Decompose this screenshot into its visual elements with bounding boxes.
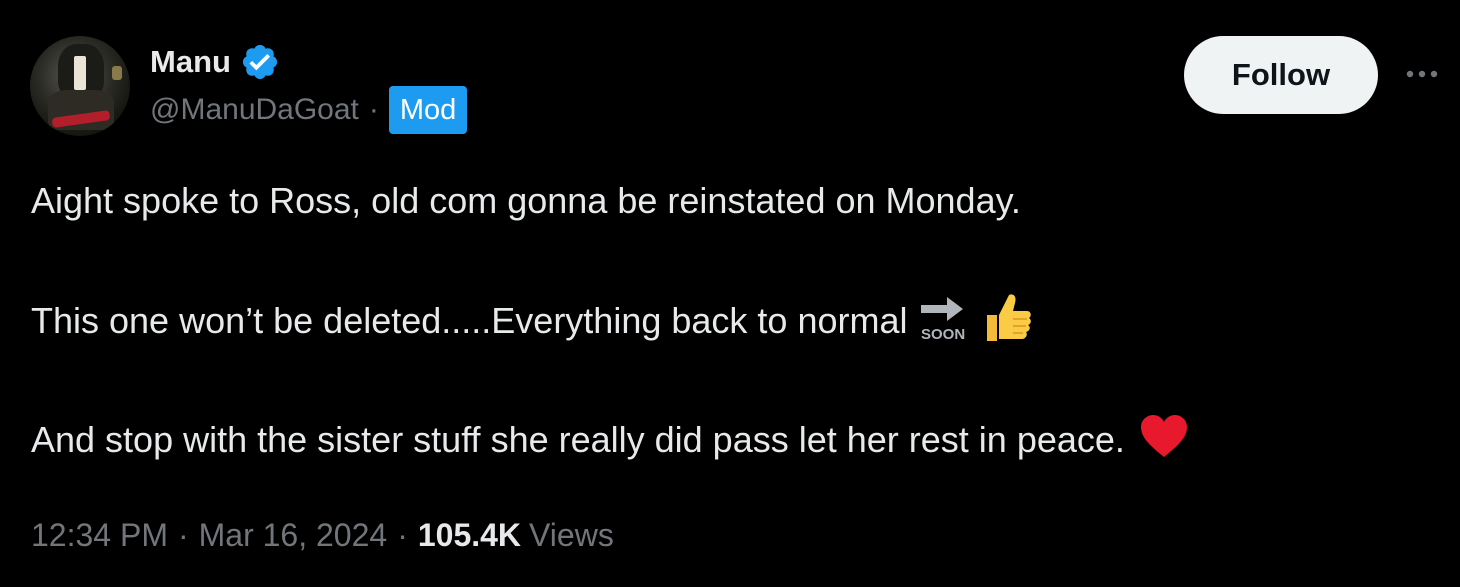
thumbs-up-icon — [981, 289, 1033, 354]
tweet-text-line-3: And stop with the sister stuff she reall… — [31, 414, 1189, 464]
meta-separator-1: · — [177, 516, 189, 553]
tweet-card: Manu @ManuDaGoat · Mod Follow Aight spok… — [0, 0, 1460, 587]
handle-separator: · — [368, 93, 379, 126]
tweet-text-line-3-text: And stop with the sister stuff she reall… — [31, 419, 1125, 460]
avatar-hat-logo — [74, 56, 86, 90]
soon-label: SOON — [921, 326, 965, 343]
author-name-row: Manu — [150, 42, 280, 82]
tweet-text-line-2: This one won’t be deleted.....Everything… — [31, 293, 1033, 346]
tweet-meta: 12:34 PM · Mar 16, 2024 · 105.4K Views — [31, 512, 614, 558]
author-handle-row: @ManuDaGoat · Mod — [150, 86, 468, 134]
author-display-name[interactable]: Manu — [150, 44, 231, 80]
tweet-text-line-1: Aight spoke to Ross, old com gonna be re… — [31, 180, 1021, 221]
tweet-time[interactable]: 12:34 PM — [31, 517, 168, 554]
soon-arrow-icon: SOON — [917, 291, 975, 352]
follow-button[interactable]: Follow — [1184, 36, 1378, 114]
avatar-accent — [112, 66, 122, 80]
meta-separator-2: · — [397, 516, 408, 553]
mod-badge: Mod — [388, 86, 468, 134]
avatar[interactable] — [30, 36, 130, 136]
author-handle[interactable]: @ManuDaGoat — [150, 93, 359, 127]
views-count[interactable]: 105.4K — [418, 517, 521, 554]
verified-badge-icon[interactable] — [240, 42, 280, 82]
more-horizontal-icon[interactable] — [1402, 64, 1442, 84]
views-label: Views — [529, 516, 614, 553]
red-heart-icon — [1139, 413, 1189, 468]
tweet-date[interactable]: Mar 16, 2024 — [199, 517, 388, 554]
tweet-text-line-2-text: This one won’t be deleted.....Everything… — [31, 300, 908, 341]
